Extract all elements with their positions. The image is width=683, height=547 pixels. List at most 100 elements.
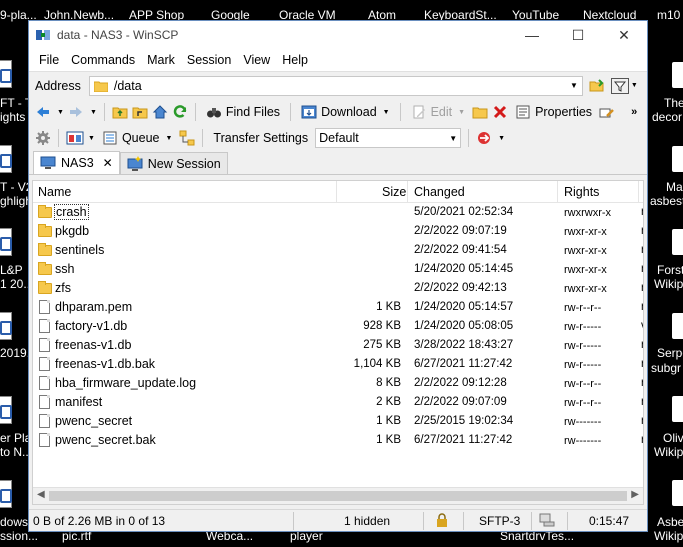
table-row[interactable]: pkgdb 2/2/2022 09:07:19 rwxr-xr-x r [33,222,643,241]
desktop-label[interactable]: ights [0,110,25,124]
chevron-down-icon[interactable]: ▼ [165,135,172,142]
document-icon[interactable] [672,146,683,172]
home-icon[interactable] [152,104,168,120]
desktop-label[interactable]: L&P [0,263,23,277]
back-arrow-icon[interactable] [35,104,51,120]
table-row[interactable]: ssh 1/24/2020 05:14:45 rwxr-xr-x r [33,260,643,279]
minimize-button[interactable]: — [509,21,555,49]
gear-icon[interactable] [35,130,51,146]
column-divider[interactable] [638,181,639,203]
desktop-label[interactable]: decor [652,110,682,124]
horizontal-scrollbar[interactable]: ◀ ▶ [33,487,643,504]
parent-directory-icon[interactable] [112,104,128,120]
table-row[interactable]: dhparam.pem 1 KB 1/24/2020 05:14:57 rw-r--r… [33,298,643,317]
queue-tree-icon[interactable] [179,130,195,146]
document-icon[interactable] [0,396,12,424]
refresh-icon[interactable] [172,104,188,120]
layout-icon[interactable] [66,130,84,146]
document-icon[interactable] [0,480,12,508]
status-hidden[interactable]: 1 hidden [344,514,390,528]
chevron-down-icon[interactable]: ▼ [449,134,457,143]
menu-mark[interactable]: Mark [141,53,181,67]
tab-new-session[interactable]: New Session [119,152,228,174]
menu-commands[interactable]: Commands [65,53,141,67]
document-icon[interactable] [0,145,12,173]
chevron-down-icon[interactable]: ▼ [458,109,465,116]
close-button[interactable]: ✕ [601,21,647,49]
menu-help[interactable]: Help [276,53,314,67]
toolbar-overflow-icon[interactable]: » [631,106,637,118]
column-divider[interactable] [407,181,408,203]
desktop-label[interactable]: The [664,96,683,110]
forward-arrow-icon[interactable] [68,104,84,120]
table-row[interactable]: hba_firmware_update.log 8 KB 2/2/2022 09:1… [33,374,643,393]
tab-nas3[interactable]: NAS3 ✕ [33,151,120,174]
desktop-label[interactable]: Wikip [654,445,683,459]
move-to-folder-icon[interactable] [472,104,488,120]
chevron-down-icon[interactable]: ▼ [570,81,578,90]
open-folder-icon[interactable] [589,78,605,94]
table-row[interactable]: manifest 2 KB 2/2/2022 09:07:09 rw-r--r-- r [33,393,643,412]
chevron-down-icon[interactable]: ▼ [90,109,97,116]
document-icon[interactable] [672,313,683,339]
desktop-label[interactable]: asbest [650,194,683,208]
desktop-label[interactable]: Wikip [654,529,683,543]
document-icon[interactable] [0,312,12,340]
menu-file[interactable]: File [33,53,65,67]
desktop-label[interactable]: Ma [666,180,683,194]
document-icon[interactable] [672,62,683,88]
desktop-label[interactable]: Serpe [657,346,683,360]
chevron-down-icon[interactable]: ▼ [57,109,64,116]
table-row[interactable]: freenas-v1.db.bak 1,104 KB 6/27/2021 11:27… [33,355,643,374]
document-icon[interactable] [0,228,12,256]
column-header-changed[interactable]: Changed [414,185,465,199]
maximize-button[interactable]: ☐ [555,21,601,49]
sync-icon[interactable] [476,130,492,146]
desktop-label[interactable]: Forst [657,263,683,277]
desktop-label[interactable]: 2019. [0,346,30,360]
column-header-name[interactable]: Name [38,185,71,199]
table-row[interactable]: zfs 2/2/2022 09:42:13 rwxr-xr-x r [33,279,643,298]
rename-icon[interactable] [599,104,615,120]
desktop-label[interactable]: dows [0,515,28,529]
title-bar[interactable]: data - NAS3 - WinSCP — ☐ ✕ [29,21,647,49]
table-row[interactable]: pwenc_secret.bak 1 KB 6/27/2021 11:27:42 rw… [33,431,643,450]
properties-button[interactable]: Properties [512,104,595,120]
table-row[interactable]: pwenc_secret 1 KB 2/25/2015 19:02:34 rw----… [33,412,643,431]
queue-button[interactable]: Queue ▼ [99,130,175,146]
document-icon[interactable] [672,229,683,255]
address-input[interactable]: /data ▼ [88,75,583,96]
menu-session[interactable]: Session [181,53,237,67]
root-directory-icon[interactable] [132,104,148,120]
table-row[interactable]: sentinels 2/2/2022 09:41:54 rwxr-xr-x r [33,241,643,260]
table-row[interactable]: freenas-v1.db 275 KB 3/28/2022 18:43:27 rw-… [33,336,643,355]
chevron-down-icon[interactable]: ▼ [88,135,95,142]
desktop-label[interactable]: Asbe [657,515,683,529]
delete-icon[interactable] [492,104,508,120]
file-list[interactable]: Name Size Changed Rights crash 5/20/2021 … [32,180,644,505]
find-files-button[interactable]: Find Files [203,104,283,120]
desktop-label[interactable]: Oliv [663,431,683,445]
document-icon[interactable] [672,396,683,422]
document-icon[interactable] [672,480,683,506]
column-divider[interactable] [557,181,558,203]
scroll-left-icon[interactable]: ◀ [37,489,45,500]
scrollbar-thumb[interactable] [49,491,627,501]
table-row[interactable]: factory-v1.db 928 KB 1/24/2020 05:08:05 rw-… [33,317,643,336]
download-button[interactable]: Download ▼ [298,104,393,120]
chevron-down-icon[interactable]: ▼ [383,109,390,116]
menu-view[interactable]: View [237,53,276,67]
column-header-size[interactable]: Size [382,185,406,199]
transfer-settings-select[interactable]: Default ▼ [315,128,462,148]
filter-icon[interactable] [610,77,629,94]
chevron-down-icon[interactable]: ▼ [498,135,505,142]
desktop-label[interactable]: er Pla [0,431,31,445]
document-icon[interactable] [0,60,12,88]
edit-button[interactable]: Edit ▼ [408,104,468,120]
table-row[interactable]: crash 5/20/2021 02:52:34 rwxrwxr-x r [33,203,643,222]
desktop-label[interactable]: subgr [651,361,681,375]
close-tab-icon[interactable]: ✕ [103,156,113,170]
scroll-right-icon[interactable]: ▶ [631,489,639,500]
desktop-label[interactable]: m10 [657,8,680,22]
desktop-label[interactable]: Wikip [654,277,683,291]
